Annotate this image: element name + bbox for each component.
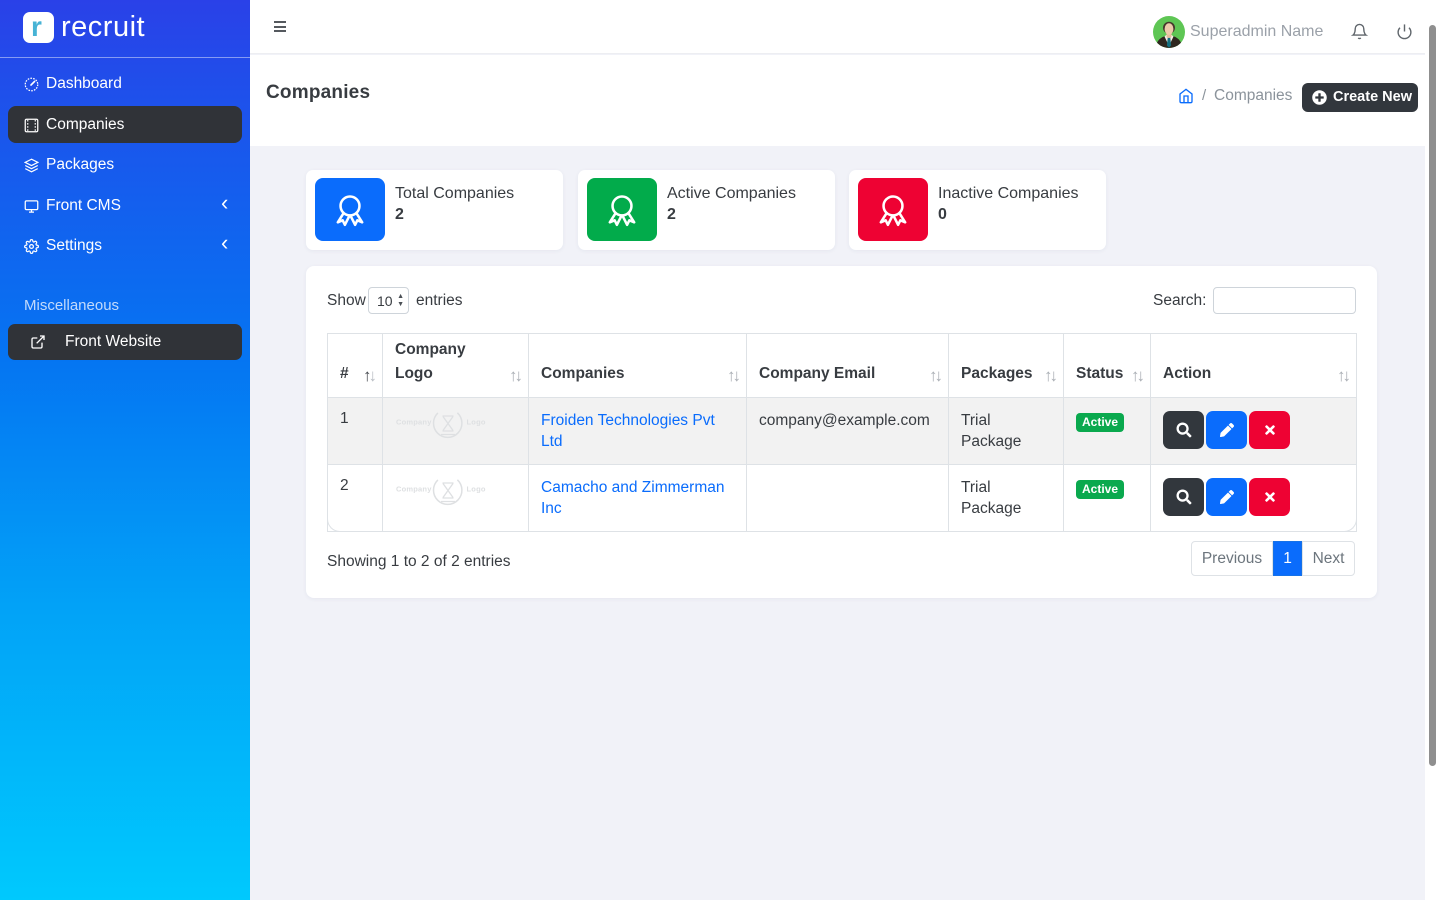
svg-text:Logo: Logo: [467, 418, 486, 427]
svg-text:Company: Company: [396, 418, 432, 427]
svg-text:Company: Company: [396, 485, 432, 494]
svg-text:Logo: Logo: [467, 485, 486, 494]
